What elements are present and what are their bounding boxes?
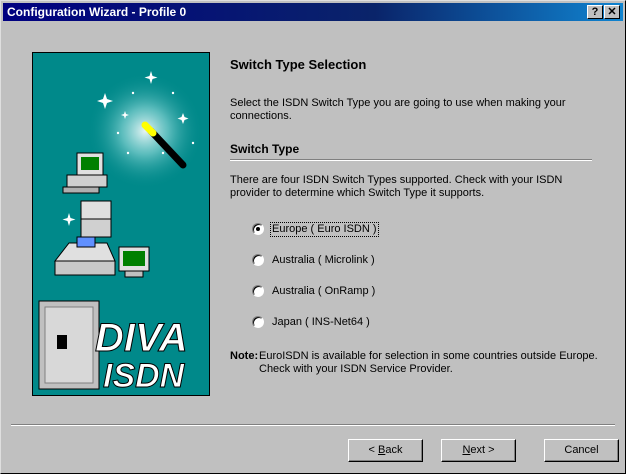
note-label: Note: [230, 350, 259, 362]
next-label: ext [470, 444, 486, 456]
help-button[interactable]: ? [587, 5, 603, 19]
wizard-illustration: DIVA ISDN [32, 52, 210, 396]
radio-label[interactable]: Australia ( Microlink ) [271, 254, 376, 267]
brand-diva: DIVA [95, 316, 188, 360]
next-button[interactable]: Next > [441, 439, 516, 462]
monitor-icon [118, 246, 150, 278]
radio-button-icon[interactable] [252, 223, 264, 235]
close-button[interactable]: ✕ [604, 5, 620, 19]
radio-label[interactable]: Japan ( INS-Net64 ) [271, 316, 371, 329]
fax-machine-icon [53, 236, 116, 276]
page-heading: Switch Type Selection [230, 57, 367, 72]
section-title: Switch Type [230, 142, 300, 156]
title-bar[interactable]: Configuration Wizard - Profile 0 ? ✕ [3, 3, 623, 21]
cancel-button[interactable]: Cancel [544, 439, 619, 462]
radio-button-icon[interactable] [252, 316, 264, 328]
wizard-window: Configuration Wizard - Profile 0 ? ✕ DIV… [0, 0, 626, 474]
window-title: Configuration Wizard - Profile 0 [7, 5, 187, 19]
back-label: ack [385, 444, 403, 456]
sparkle-glow [87, 73, 203, 189]
back-button[interactable]: < Back [348, 439, 423, 462]
button-separator [11, 424, 615, 426]
section-divider [230, 159, 592, 161]
radio-label[interactable]: Europe ( Euro ISDN ) [270, 222, 379, 237]
isdn-wall-socket-icon [38, 300, 100, 390]
next-arrow: > [485, 444, 495, 456]
brand-isdn: ISDN [103, 357, 186, 395]
intro-text: Select the ISDN Switch Type you are goin… [230, 97, 566, 122]
back-arrow: < [368, 444, 378, 456]
computer-icon [62, 152, 108, 194]
radio-button-icon[interactable] [252, 254, 264, 266]
radio-button-icon[interactable] [252, 285, 264, 297]
radio-label[interactable]: Australia ( OnRamp ) [271, 285, 376, 298]
server-icon [80, 200, 112, 238]
section-description: There are four ISDN Switch Types support… [230, 174, 563, 199]
note-text: EuroISDN is available for selection in s… [259, 350, 598, 375]
